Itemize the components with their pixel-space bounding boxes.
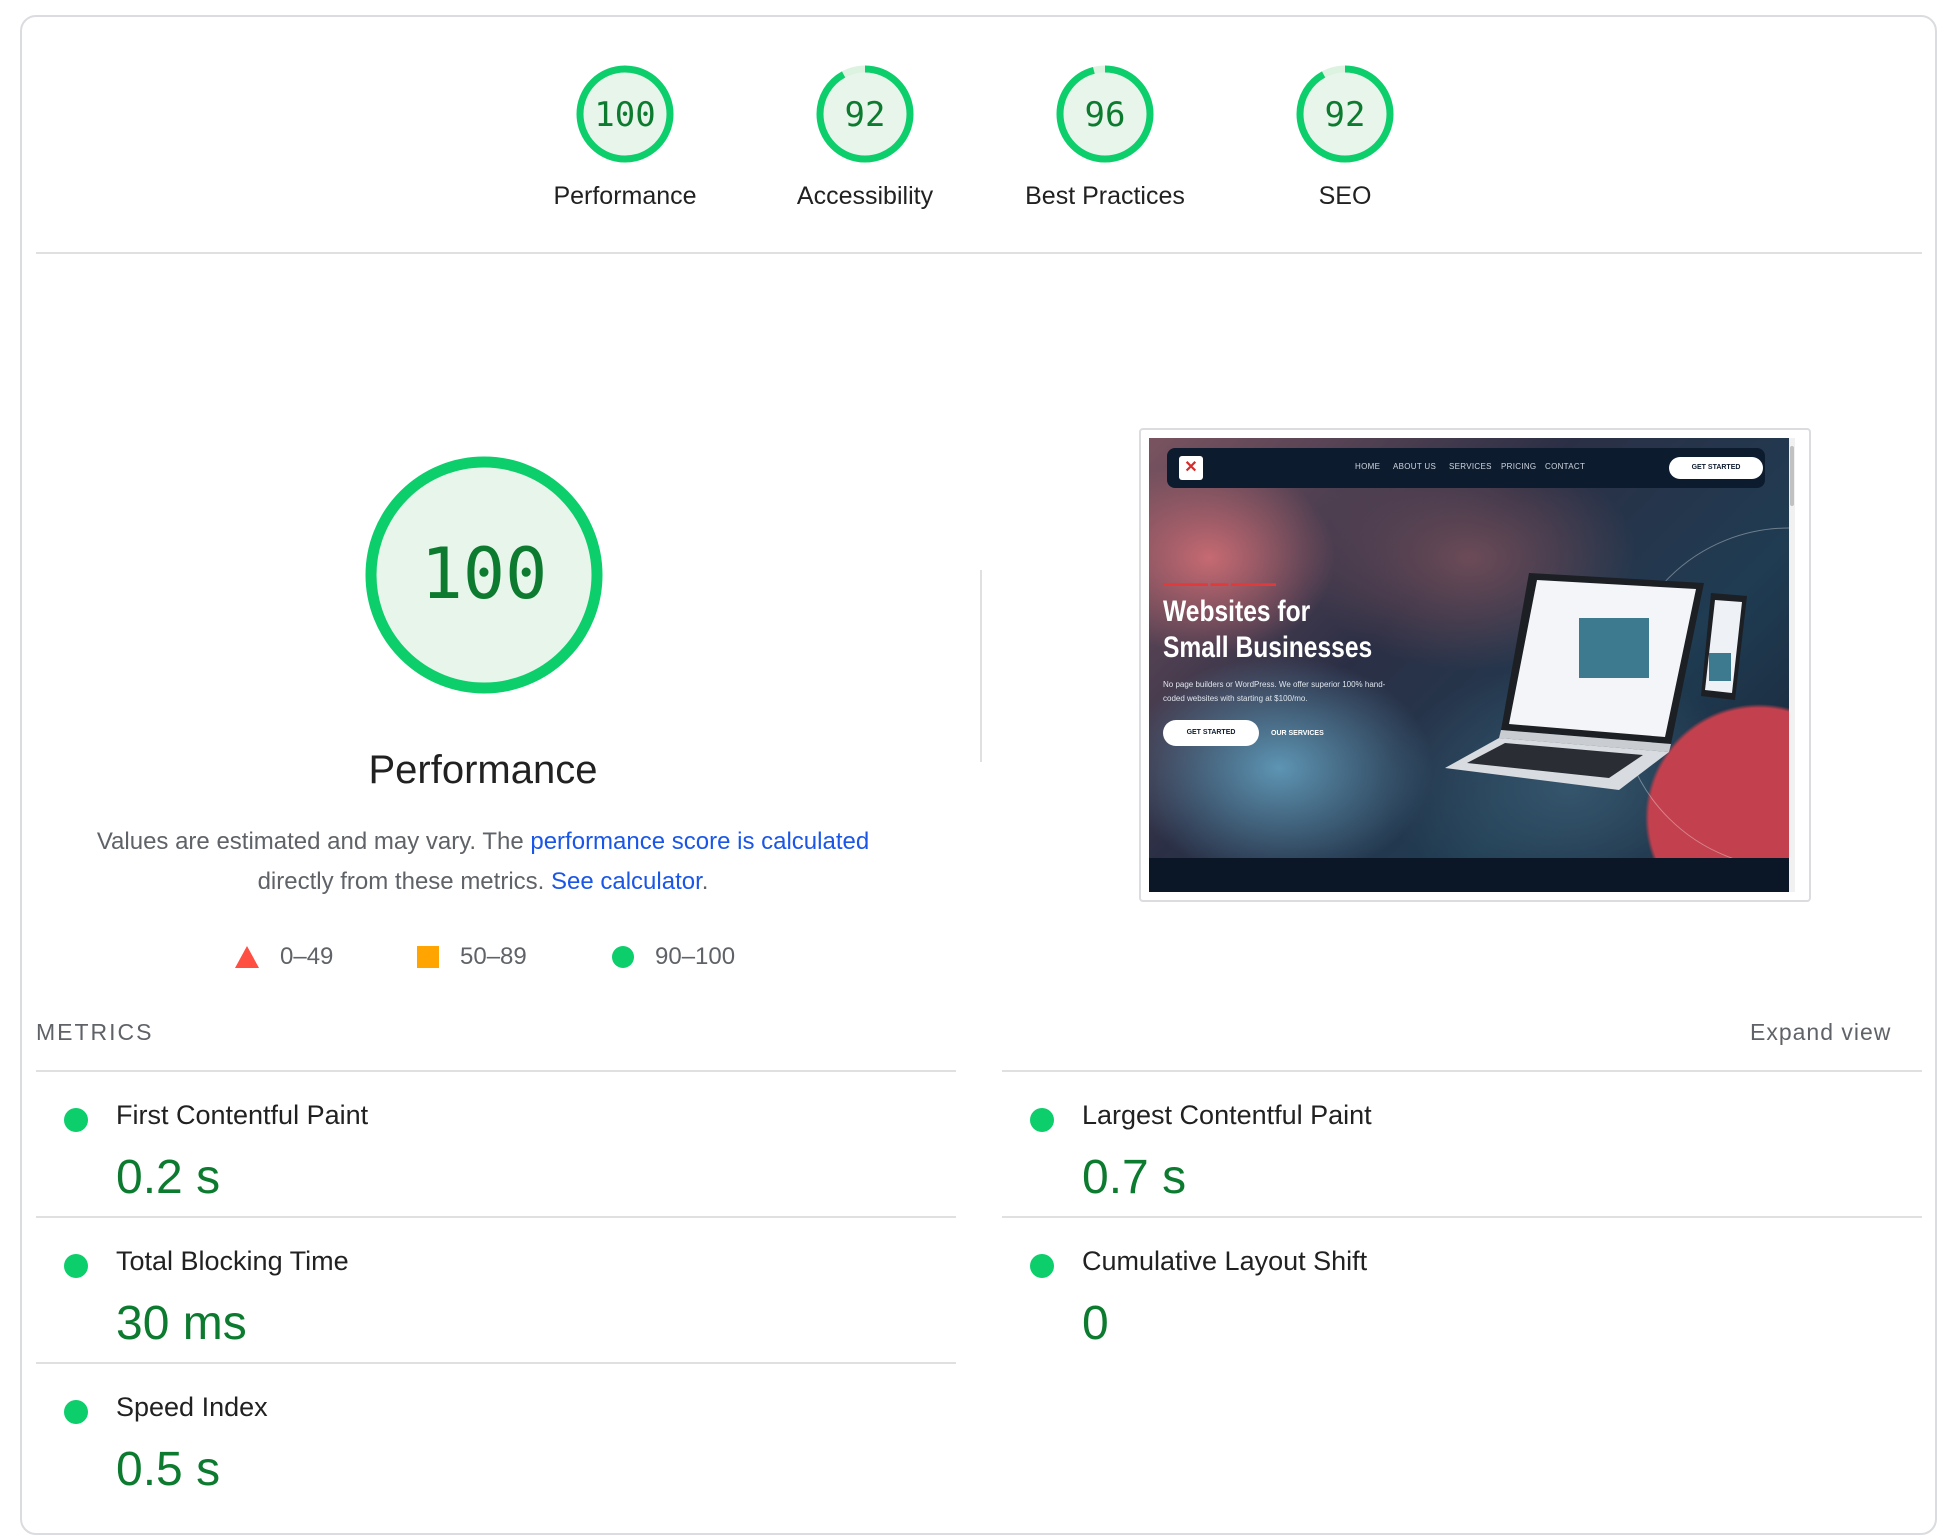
metric-largest-contentful-paint: Largest Contentful Paint 0.7 s [1002,1074,1902,1214]
desc-text: Values are estimated and may vary. The [96,828,531,855]
legend-fail: 0–49 [234,942,333,972]
gauge-seo[interactable]: 92 SEO [1225,62,1465,210]
metric-name: First Contentful Paint [116,1100,369,1130]
pass-dot-icon [1030,1254,1054,1278]
legend-pass: 90–100 [611,942,735,972]
legend-fail-label: 0–49 [280,943,334,970]
nav-link: SERVICES [1449,462,1492,471]
performance-gauge: 100 [365,456,603,694]
nav-link: ABOUT US [1393,462,1437,471]
site-logo-icon: ✕ [1179,456,1203,480]
score-calculated-link[interactable]: performance score is calculated [530,828,869,855]
nav-link: PRICING [1501,462,1537,471]
metric-name: Speed Index [116,1392,268,1422]
gauge-score: 92 [845,95,886,135]
nav-link: HOME [1355,462,1381,471]
gauge-performance[interactable]: 100 Performance [505,62,745,210]
metric-speed-index: Speed Index 0.5 s [36,1366,936,1506]
hero-title: Websites for Small Businesses [1163,595,1373,664]
expand-view-toggle[interactable]: Expand view [1750,1019,1891,1046]
gauge-label: Best Practices [1025,182,1185,210]
metric-first-contentful-paint: First Contentful Paint 0.2 s [36,1074,936,1214]
gauge-label: SEO [1318,182,1372,210]
gauge-ring: 92 [1296,65,1394,163]
metric-name: Cumulative Layout Shift [1082,1246,1368,1276]
metric-total-blocking-time: Total Blocking Time 30 ms [36,1220,936,1360]
gauge-ring: 100 [576,65,674,163]
gauge-score: 100 [594,95,655,135]
nav-link: CONTACT [1545,462,1586,471]
hero-kicker: ▬▬▬▬▬ ▬▬ ▬▬▬▬▬ [1163,578,1277,588]
hero-button: GET STARTED [1163,720,1259,746]
metrics-heading: METRICS [36,1019,154,1045]
final-screenshot[interactable]: ✕ HOME ABOUT US SERVICES PRICING CONTACT… [1139,428,1811,902]
desc-text: directly from these metrics. [257,868,551,895]
square-average-icon [417,946,439,968]
circle-pass-icon [612,946,634,968]
pass-dot-icon [64,1254,88,1278]
performance-description: Values are estimated and may vary. The p… [88,822,878,902]
metric-value: 0.7 s [1082,1151,1187,1204]
metric-name: Largest Contentful Paint [1082,1100,1372,1130]
screenshot-image: ✕ HOME ABOUT US SERVICES PRICING CONTACT… [1149,438,1795,892]
screenshot-footer [1149,858,1789,892]
triangle-fail-icon [235,946,259,968]
metric-divider [36,1216,956,1218]
gauge-score: 96 [1085,95,1126,135]
metric-divider [1002,1070,1922,1072]
metric-name: Total Blocking Time [116,1246,349,1276]
metric-value: 0.5 s [116,1443,221,1496]
hero-subtitle: No page builders or WordPress. We offer … [1163,680,1386,703]
gauge-ring: 92 [816,65,914,163]
metric-cumulative-layout-shift: Cumulative Layout Shift 0 [1002,1220,1902,1360]
pass-dot-icon [64,1400,88,1424]
performance-score: 100 [421,533,547,615]
vertical-divider [980,570,982,762]
performance-title: Performance [368,748,598,792]
gauge-label: Accessibility [796,182,934,210]
nav-cta: GET STARTED [1669,457,1763,479]
gauge-accessibility[interactable]: 92 Accessibility [745,62,985,210]
metric-divider [36,1362,956,1364]
legend-pass-label: 90–100 [655,943,736,970]
hero-link: OUR SERVICES [1271,730,1324,737]
metric-value: 0.2 s [116,1151,221,1204]
screenshot-navbar: ✕ HOME ABOUT US SERVICES PRICING CONTACT… [1167,448,1765,488]
gauge-ring: 96 [1056,65,1154,163]
gauges-divider [36,252,1922,254]
pass-dot-icon [1030,1108,1054,1132]
gauge-best-practices[interactable]: 96 Best Practices [985,62,1225,210]
gauge-score: 92 [1325,95,1366,135]
gauge-label: Performance [553,182,697,210]
metric-value: 0 [1082,1297,1109,1350]
legend-average: 50–89 [416,942,527,972]
legend-average-label: 50–89 [460,943,527,970]
desc-text: . [701,868,709,895]
metric-value: 30 ms [116,1297,247,1350]
metric-divider [36,1070,956,1072]
see-calculator-link[interactable]: See calculator [551,868,702,895]
screenshot-scrollbar [1789,438,1795,892]
pass-dot-icon [64,1108,88,1132]
metric-divider [1002,1216,1922,1218]
